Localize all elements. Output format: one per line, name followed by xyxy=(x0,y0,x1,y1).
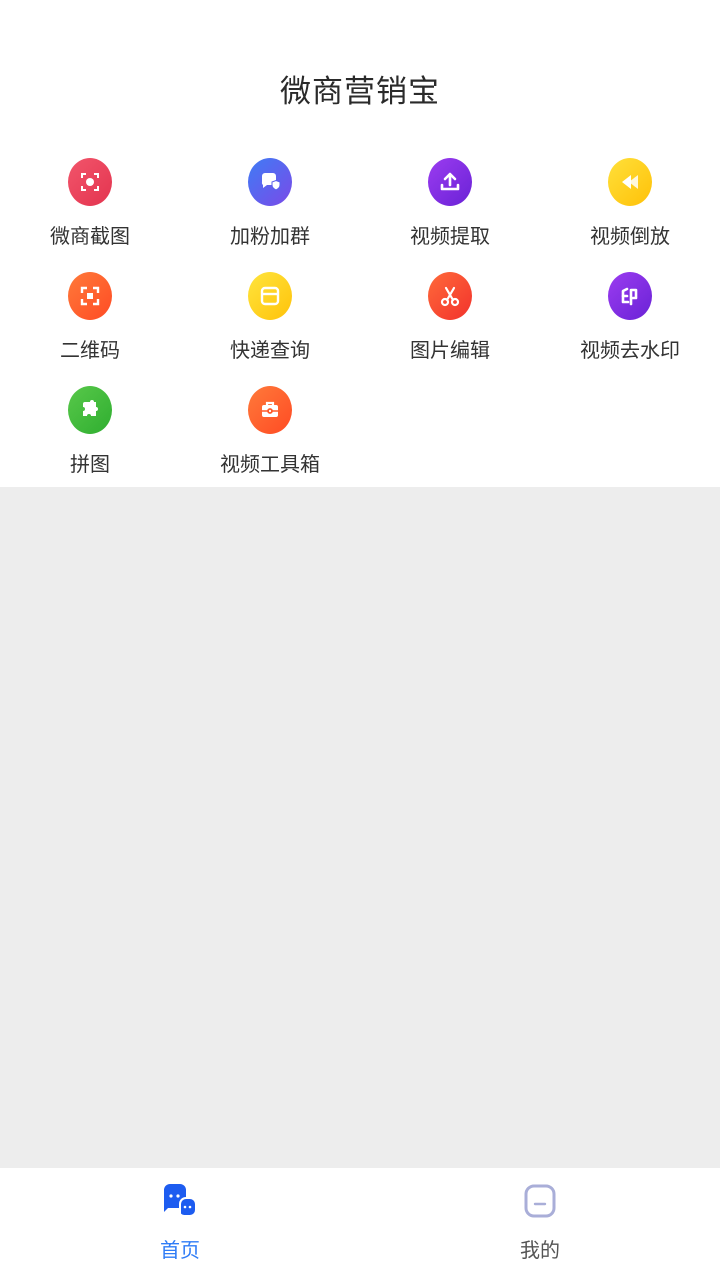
tool-label: 图片编辑 xyxy=(410,338,490,362)
stamp-icon xyxy=(608,272,652,320)
rewind-icon xyxy=(608,158,652,206)
tool-video-toolbox[interactable]: 视频工具箱 xyxy=(180,382,360,496)
upload-icon xyxy=(428,158,472,206)
tool-label: 视频倒放 xyxy=(590,224,670,248)
app-page: 微商营销宝 微商截图 加粉加群 视频提取 视频倒放 二维码 快递查询 图片编辑 … xyxy=(0,0,720,1280)
tool-label: 微商截图 xyxy=(50,224,130,248)
tool-label: 拼图 xyxy=(70,452,110,476)
package-icon xyxy=(248,272,292,320)
puzzle-icon xyxy=(68,386,112,434)
tool-video-extract[interactable]: 视频提取 xyxy=(360,154,540,268)
tool-add-fans[interactable]: 加粉加群 xyxy=(180,154,360,268)
tool-remove-watermark[interactable]: 视频去水印 xyxy=(540,268,720,382)
tab-mine[interactable]: 我的 xyxy=(360,1168,720,1280)
chat-shield-icon xyxy=(248,158,292,206)
tool-label: 二维码 xyxy=(60,338,120,362)
tool-label: 加粉加群 xyxy=(230,224,310,248)
home-chat-icon xyxy=(160,1182,200,1222)
tool-wechat-screenshot[interactable]: 微商截图 xyxy=(0,154,180,268)
qr-scan-icon xyxy=(68,272,112,320)
bottom-tab-bar: 首页 我的 xyxy=(0,1168,720,1280)
tool-qrcode[interactable]: 二维码 xyxy=(0,268,180,382)
profile-box-icon xyxy=(520,1182,560,1222)
tool-video-reverse[interactable]: 视频倒放 xyxy=(540,154,720,268)
tab-home[interactable]: 首页 xyxy=(0,1168,360,1280)
tools-panel: 微商营销宝 微商截图 加粉加群 视频提取 视频倒放 二维码 快递查询 图片编辑 … xyxy=(0,0,720,487)
tool-express-query[interactable]: 快递查询 xyxy=(180,268,360,382)
tool-label: 视频去水印 xyxy=(580,338,680,362)
page-title: 微商营销宝 xyxy=(280,74,440,110)
toolbox-icon xyxy=(248,386,292,434)
tool-label: 视频工具箱 xyxy=(220,452,320,476)
screenshot-face-icon xyxy=(68,158,112,206)
tab-mine-label: 我的 xyxy=(520,1238,560,1262)
tool-collage[interactable]: 拼图 xyxy=(0,382,180,496)
tab-home-label: 首页 xyxy=(160,1238,200,1262)
scissors-icon xyxy=(428,272,472,320)
tool-label: 快递查询 xyxy=(230,338,310,362)
tool-image-edit[interactable]: 图片编辑 xyxy=(360,268,540,382)
tool-label: 视频提取 xyxy=(410,224,490,248)
